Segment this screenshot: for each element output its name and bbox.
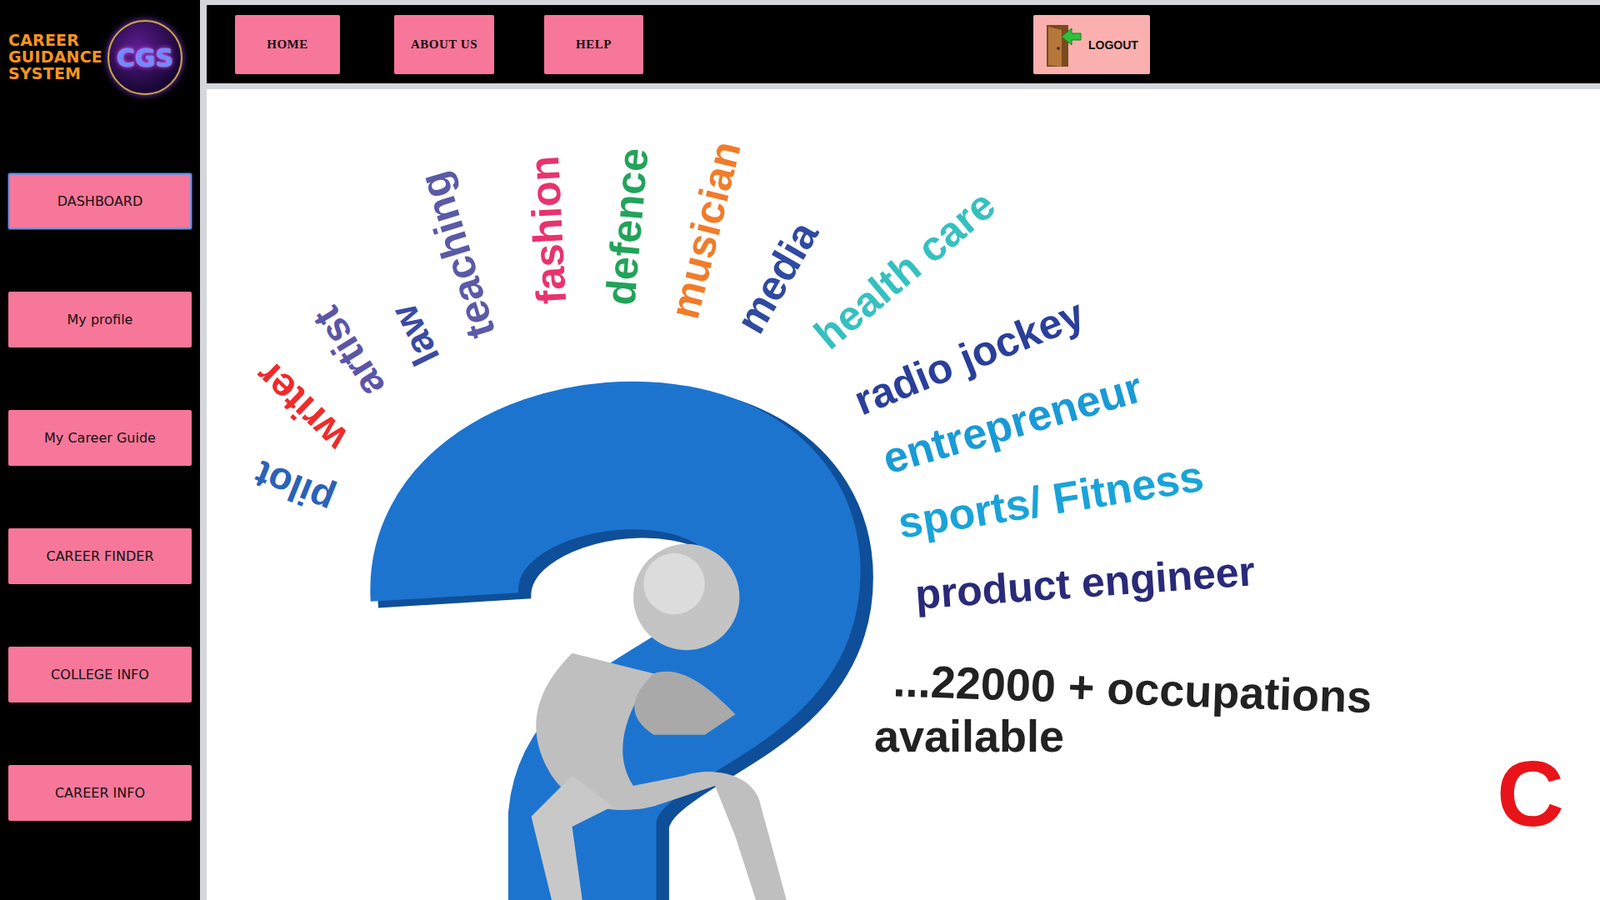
career-word: defence <box>597 145 657 307</box>
app-logo[interactable]: CAREERGUIDANCESYSTEM CGS <box>8 18 183 97</box>
sidebar-item[interactable]: COLLEGE INFO <box>8 646 192 703</box>
door-exit-icon <box>1043 21 1082 69</box>
sidebar-item[interactable]: DASHBOARD <box>8 173 192 230</box>
sidebar-item[interactable]: CAREER FINDER <box>8 528 192 585</box>
sidebar-menu: DASHBOARD My profile My Career Guide CAREER… <box>8 173 192 821</box>
occupations-caption: available <box>874 711 1065 761</box>
main-panel: pilotwriterartistlawteachingfashiondefen… <box>206 89 1600 900</box>
logo-line: GUIDANCE <box>8 49 103 66</box>
sidebar-item[interactable]: My Career Guide <box>8 410 192 466</box>
logo-badge-text: CGS <box>116 43 174 73</box>
career-word: musician <box>661 136 750 324</box>
career-word: pilot <box>249 452 340 522</box>
logout-label: LOGOUT <box>1088 38 1139 52</box>
gutter <box>200 0 207 900</box>
logo-line: CAREER <box>8 32 103 50</box>
career-word: product engineer <box>913 548 1256 618</box>
sidebar: CAREERGUIDANCESYSTEM CGS DASHBOARD My profi… <box>0 0 200 900</box>
sidebar-item[interactable]: CAREER INFO <box>8 765 192 821</box>
logout-button[interactable]: LOGOUT <box>1033 15 1150 75</box>
nav-button[interactable]: HELP <box>544 15 644 75</box>
nav-button[interactable]: ABOUT US <box>394 15 495 75</box>
career-word: artist <box>305 298 395 405</box>
question-mark-figure-icon <box>206 89 1600 900</box>
content-column: HOME ABOUT US HELP LOGOUT pilotwriterartistl… <box>206 0 1600 900</box>
logo-badge-icon: CGS <box>107 20 183 95</box>
nav-divider <box>206 83 1600 90</box>
sidebar-item[interactable]: My profile <box>8 291 192 348</box>
nav-button[interactable]: HOME <box>235 15 340 75</box>
career-word: fashion <box>521 155 575 305</box>
logo-text: CAREERGUIDANCESYSTEM <box>8 32 103 83</box>
top-nav: HOME ABOUT US HELP LOGOUT <box>206 5 1600 84</box>
banner-heading: C <box>1496 747 1565 841</box>
logo-line: SYSTEM <box>8 65 103 83</box>
career-word: law <box>382 298 448 373</box>
